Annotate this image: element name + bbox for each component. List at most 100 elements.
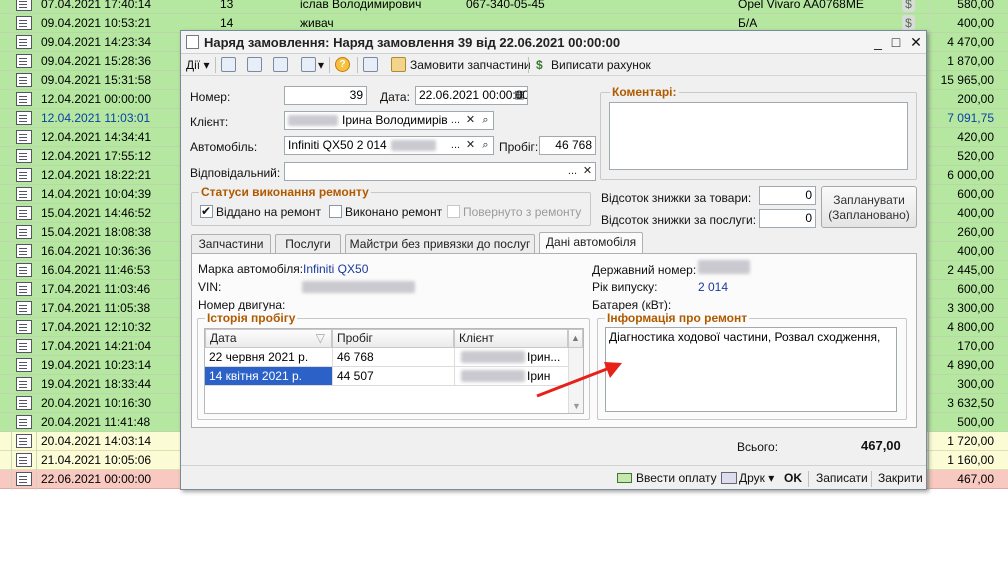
table-row[interactable]: 46 768 <box>332 348 454 367</box>
close-window-button[interactable]: ✕ <box>907 33 925 51</box>
plan-button[interactable]: Запланувати (Заплановано) <box>821 186 917 228</box>
document-icon <box>16 168 32 182</box>
print-icon[interactable] <box>363 57 378 72</box>
row-date: 16.04.2021 11:46:53 <box>41 263 151 277</box>
filter-icon[interactable]: ▽ <box>316 330 325 347</box>
select-icon[interactable]: ... <box>448 112 463 129</box>
history-col-client[interactable]: Клієнт <box>454 329 568 348</box>
tab-masters[interactable]: Майстри без привязки до послуг <box>345 234 535 253</box>
client-field[interactable]: Ірина Володимирів ... ✕ ⌕ <box>284 111 494 130</box>
table-row[interactable]: 22 червня 2021 р. <box>205 348 332 367</box>
back-icon[interactable] <box>221 57 236 72</box>
order-dialog: Наряд замовлення: Наряд замовлення 39 ві… <box>180 30 927 490</box>
save-button[interactable]: Записати <box>816 471 868 485</box>
row-date: 12.04.2021 17:55:12 <box>41 149 152 163</box>
row-date: 14.04.2021 10:04:39 <box>41 187 152 201</box>
order-parts-button[interactable]: Замовити запчастини <box>410 57 531 73</box>
history-col-mileage[interactable]: Пробіг <box>332 329 454 348</box>
row-sum: 170,00 <box>957 339 994 353</box>
car-field[interactable]: Infiniti QX50 2 014 ... ✕ ⌕ <box>284 136 494 155</box>
completed-checkbox[interactable] <box>329 205 342 218</box>
document-icon <box>16 472 32 486</box>
row-date: 20.04.2021 11:41:48 <box>41 415 151 429</box>
date-field[interactable]: 22.06.2021 00:00:00 ▦ <box>415 86 528 105</box>
tab-parts[interactable]: Запчастини <box>191 234 271 253</box>
row-date: 17.04.2021 11:03:46 <box>41 282 151 296</box>
select-icon[interactable]: ... <box>565 163 580 180</box>
dialog-titlebar[interactable]: Наряд замовлення: Наряд замовлення 39 ві… <box>181 31 926 54</box>
print-button[interactable]: Друк ▾ <box>739 471 774 485</box>
calendar-icon[interactable]: ▦ <box>512 87 527 104</box>
select-icon[interactable]: ... <box>448 137 463 154</box>
plate-value <box>698 260 750 274</box>
document-icon <box>16 225 32 239</box>
scroll-up-icon[interactable]: ▲ <box>568 329 583 348</box>
row-sum: 300,00 <box>957 377 994 391</box>
dialog-toolbar: Дії ▾ ▾ ? Замовити запчастини $ Виписати… <box>181 54 926 76</box>
tab-car-data[interactable]: Дані автомобіля <box>539 232 643 253</box>
document-icon <box>16 16 32 30</box>
row-sum: 1 870,00 <box>947 54 994 68</box>
responsible-label: Відповідальний: <box>190 166 281 180</box>
document-icon <box>16 282 32 296</box>
total-label: Всього: <box>737 440 779 454</box>
row-sum: 15 965,00 <box>940 73 994 87</box>
enter-payment-button[interactable]: Ввести оплату <box>636 471 717 485</box>
tab-services[interactable]: Послуги <box>275 234 341 253</box>
returned-checkbox[interactable] <box>447 205 460 218</box>
clear-icon[interactable]: ✕ <box>463 112 478 129</box>
ok-button[interactable]: OK <box>784 471 802 485</box>
clear-icon[interactable]: ✕ <box>463 137 478 154</box>
printer-icon <box>721 472 737 484</box>
table-row[interactable]: 44 507 <box>332 367 454 386</box>
row-date: 09.04.2021 10:53:21 <box>41 16 152 30</box>
year-label: Рік випуску: <box>592 280 658 294</box>
go-icon[interactable] <box>301 57 316 72</box>
document-icon <box>16 54 32 68</box>
brand-label: Марка автомобіля: <box>198 262 304 276</box>
history-col-date[interactable]: Дата ▽ <box>205 329 332 348</box>
document-icon <box>16 339 32 353</box>
engine-label: Номер двигуна: <box>198 298 286 312</box>
search-icon[interactable]: ⌕ <box>478 112 493 129</box>
history-legend: Історія пробігу <box>205 311 298 325</box>
row-sum: 600,00 <box>957 282 994 296</box>
repair-info-field[interactable]: Діагностика ходової частини, Розвал сход… <box>605 327 897 412</box>
goods-discount-field[interactable]: 0 <box>759 186 816 205</box>
car-label: Автомобіль: <box>190 140 258 154</box>
services-discount-field[interactable]: 0 <box>759 209 816 228</box>
table-row[interactable]: 07.04.2021 17:40:14 13 іслав Володимирович… <box>0 0 1008 14</box>
row-date: 19.04.2021 18:33:44 <box>41 377 152 391</box>
row-date: 17.04.2021 11:05:38 <box>41 301 151 315</box>
actions-menu[interactable]: Дії ▾ <box>186 57 210 73</box>
refresh-icon[interactable] <box>273 57 288 72</box>
row-phone: 067-340-05-45 <box>466 0 545 11</box>
help-icon[interactable]: ? <box>335 57 350 72</box>
handed-over-checkbox[interactable] <box>200 204 213 218</box>
mileage-field[interactable]: 46 768 <box>539 136 596 155</box>
row-client: живач <box>300 16 334 30</box>
row-sum: 260,00 <box>957 225 994 239</box>
search-icon[interactable]: ⌕ <box>478 137 493 154</box>
close-button[interactable]: Закрити <box>878 471 923 485</box>
view-icon[interactable] <box>247 57 262 72</box>
row-date: 09.04.2021 15:31:58 <box>41 73 152 87</box>
row-date: 15.04.2021 14:46:52 <box>41 206 152 220</box>
handed-over-label: Віддано на ремонт <box>216 205 322 219</box>
number-field[interactable]: 39 <box>284 86 367 105</box>
minimize-button[interactable]: _ <box>869 33 887 51</box>
responsible-field[interactable]: ... ✕ <box>284 162 596 181</box>
document-icon <box>16 130 32 144</box>
mileage-label: Пробіг: <box>499 140 539 154</box>
client-label: Клієнт: <box>190 115 229 129</box>
services-discount-label: Відсоток знижки за послуги: <box>601 213 757 227</box>
document-icon <box>16 377 32 391</box>
row-client: іслав Володимирович <box>300 0 422 11</box>
table-row[interactable]: 14 квітня 2021 р. <box>205 367 332 386</box>
row-sum: 500,00 <box>957 415 994 429</box>
maximize-button[interactable]: □ <box>887 33 905 51</box>
invoice-button[interactable]: Виписати рахунок <box>551 57 651 73</box>
row-date: 15.04.2021 18:08:38 <box>41 225 152 239</box>
comments-field[interactable] <box>609 102 908 170</box>
clear-icon[interactable]: ✕ <box>580 163 595 180</box>
